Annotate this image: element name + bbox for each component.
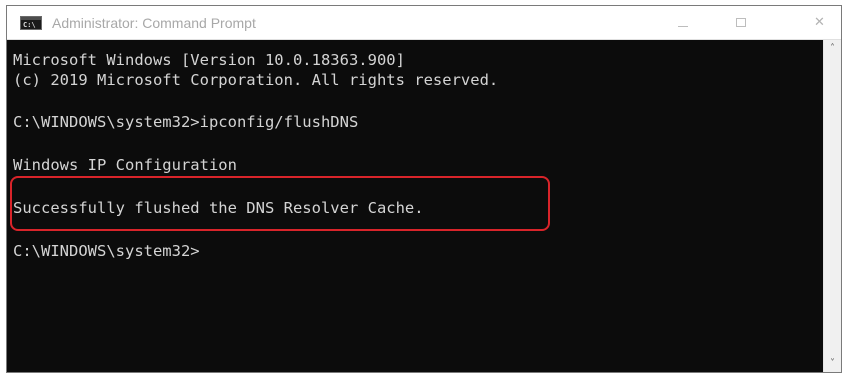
minimize-button[interactable] (660, 6, 705, 40)
maximize-button[interactable] (718, 6, 763, 40)
command-prompt-window[interactable]: C:\ Administrator: Command Prompt ✕ Micr… (6, 5, 842, 373)
command-prompt-icon[interactable]: C:\ (20, 16, 42, 30)
vertical-scrollbar[interactable]: ˄ ˅ (823, 40, 841, 372)
scroll-up-icon[interactable]: ˄ (824, 40, 841, 57)
window-title: Administrator: Command Prompt (52, 15, 256, 31)
console-line-ip-config: Windows IP Configuration (13, 156, 237, 174)
close-icon: ✕ (814, 15, 825, 30)
scroll-down-icon[interactable]: ˅ (824, 355, 841, 372)
success-highlight-box (10, 176, 550, 231)
console-line-copyright: (c) 2019 Microsoft Corporation. All righ… (13, 71, 499, 89)
app-icon-label: C:\ (23, 21, 36, 29)
title-bar[interactable]: C:\ Administrator: Command Prompt ✕ (7, 6, 841, 40)
console-output[interactable]: Microsoft Windows [Version 10.0.18363.90… (7, 40, 823, 372)
close-button[interactable]: ✕ (797, 6, 841, 40)
minimize-icon (678, 26, 688, 27)
console-line-command: C:\WINDOWS\system32>ipconfig/flushDNS (13, 113, 359, 131)
console-line-version: Microsoft Windows [Version 10.0.18363.90… (13, 51, 405, 69)
console-prompt: C:\WINDOWS\system32> (13, 242, 200, 260)
maximize-icon (736, 18, 746, 27)
